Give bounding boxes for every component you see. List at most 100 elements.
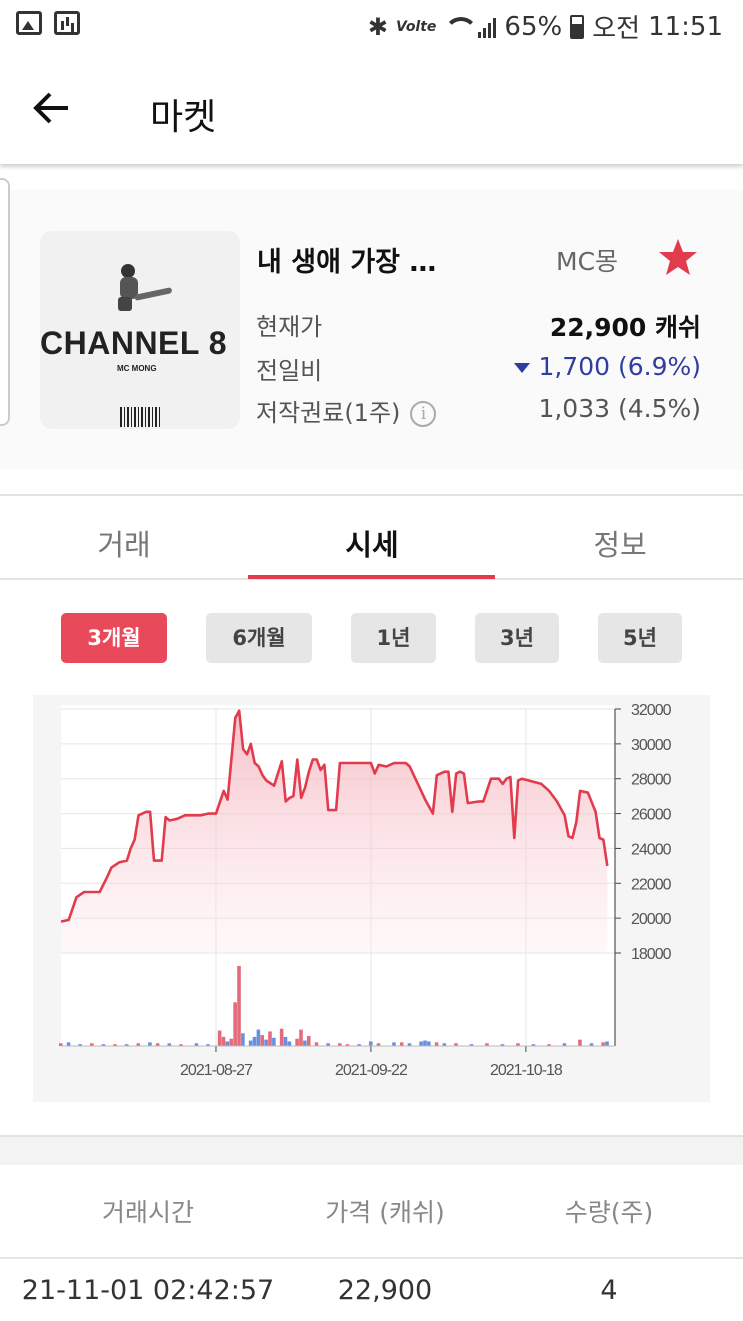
volume-bar bbox=[423, 1040, 427, 1046]
volume-bar bbox=[256, 1029, 261, 1046]
col-header-price: 가격 (캐쉬) bbox=[325, 1198, 445, 1227]
change-label: 전일비 bbox=[256, 357, 323, 385]
volume-bar bbox=[279, 1028, 284, 1046]
volume-bar bbox=[299, 1029, 303, 1046]
y-tick-label: 18000 bbox=[631, 946, 672, 963]
stats-icon bbox=[54, 11, 80, 35]
volume-bar bbox=[295, 1038, 299, 1046]
volume-bar bbox=[419, 1041, 423, 1046]
cell-price: 22,900 bbox=[337, 1275, 433, 1306]
price-chart[interactable]: 32000 30000 28000 26000 24000 22000 20000 18000… bbox=[33, 695, 710, 1102]
col-header-qty: 수량(주) bbox=[564, 1198, 654, 1227]
current-price-value: 22,900 캐쉬 bbox=[549, 313, 701, 342]
battery-icon bbox=[570, 14, 585, 39]
period-6m-button[interactable]: 6개월 bbox=[206, 613, 312, 663]
table-row: 21-11-01 02:42:57 22,900 4 bbox=[0, 1261, 743, 1321]
price-change: 1,700 (6.9%) bbox=[514, 352, 701, 381]
album-cover[interactable]: CHANNEL 8 MC MONG bbox=[40, 231, 240, 429]
volume-bar bbox=[314, 1042, 319, 1046]
favorite-star-icon[interactable] bbox=[658, 238, 698, 276]
volume-bar bbox=[148, 1042, 152, 1046]
volume-bar bbox=[248, 1040, 253, 1046]
volume-bar bbox=[221, 1036, 226, 1046]
volume-bar bbox=[368, 1041, 373, 1046]
down-triangle-icon bbox=[514, 363, 531, 373]
battery-percent: 65% bbox=[504, 11, 563, 42]
album-barcode bbox=[120, 407, 160, 427]
volume-bar bbox=[233, 1002, 237, 1046]
page-title: 마켓 bbox=[150, 97, 217, 138]
volume-bar bbox=[283, 1036, 288, 1046]
volume-bar bbox=[229, 1038, 234, 1046]
volume-bar bbox=[241, 1033, 245, 1046]
trade-table-header: 거래시간 가격 (캐쉬) 수량(주) bbox=[0, 1165, 743, 1259]
y-tick-label: 22000 bbox=[631, 876, 672, 893]
status-bar: ✱ Volte 65% 오전 11:51 bbox=[0, 0, 743, 52]
info-icon[interactable]: i bbox=[410, 401, 437, 427]
y-tick-label: 26000 bbox=[631, 807, 672, 824]
tab-price[interactable]: 시세 bbox=[248, 522, 496, 564]
volume-bar bbox=[225, 1041, 230, 1046]
x-tick-label: 2021-09-22 bbox=[335, 1062, 408, 1079]
album-cover-title: CHANNEL 8 bbox=[40, 325, 228, 361]
volume-bar bbox=[434, 1042, 439, 1046]
signal-icon bbox=[478, 16, 497, 38]
side-card-edge[interactable] bbox=[0, 178, 10, 426]
back-arrow-icon bbox=[33, 92, 68, 124]
volume-bar bbox=[237, 965, 241, 1046]
royalty-value: 1,033 (4.5%) bbox=[538, 394, 701, 423]
status-right: ✱ Volte 65% 오전 11:51 bbox=[368, 8, 723, 45]
x-tick-label: 2021-10-18 bbox=[490, 1062, 563, 1079]
clock-time: 11:51 bbox=[648, 11, 723, 42]
x-tick-label: 2021-08-27 bbox=[180, 1062, 253, 1079]
volume-bar bbox=[217, 1030, 222, 1046]
bluetooth-icon: ✱ bbox=[367, 12, 388, 41]
tab-info[interactable]: 정보 bbox=[496, 522, 743, 564]
period-1y-button[interactable]: 1년 bbox=[351, 613, 436, 663]
royalty-row-label: 저작권료(1주) i bbox=[256, 393, 437, 428]
price-chart-svg: 32000 30000 28000 26000 24000 22000 20000 18000… bbox=[59, 702, 673, 1079]
back-button[interactable] bbox=[30, 86, 74, 130]
image-icon bbox=[16, 11, 42, 35]
volume-bar bbox=[287, 1041, 292, 1046]
volume-bar bbox=[268, 1031, 272, 1046]
album-cover-person bbox=[118, 264, 172, 311]
volume-bar bbox=[272, 1037, 276, 1046]
y-tick-label: 32000 bbox=[631, 702, 672, 719]
song-title[interactable]: 내 생애 가장 … bbox=[257, 240, 436, 279]
y-tick-label: 28000 bbox=[631, 772, 672, 789]
period-3y-button[interactable]: 3년 bbox=[475, 613, 559, 663]
volume-bar bbox=[66, 1042, 71, 1046]
col-header-time: 거래시간 bbox=[101, 1198, 194, 1227]
app-bar: 마켓 bbox=[0, 52, 743, 164]
volume-bar bbox=[399, 1042, 404, 1046]
volume-bar bbox=[260, 1035, 265, 1046]
volume-bar bbox=[601, 1042, 605, 1046]
current-price-label: 현재가 bbox=[256, 313, 323, 341]
volume-bar bbox=[303, 1040, 307, 1046]
royalty-label: 저작권료(1주) bbox=[256, 399, 401, 427]
artist-name: MC몽 bbox=[556, 247, 619, 276]
period-3m-button[interactable]: 3개월 bbox=[61, 613, 167, 663]
volume-bar bbox=[306, 1035, 311, 1046]
volume-bar bbox=[252, 1036, 257, 1046]
album-cover-artist: MC MONG bbox=[117, 364, 157, 373]
cell-time: 21-11-01 02:42:57 bbox=[21, 1275, 275, 1306]
price-change-value: 1,700 (6.9%) bbox=[538, 352, 701, 381]
period-5y-button[interactable]: 5년 bbox=[598, 613, 682, 663]
tab-trade[interactable]: 거래 bbox=[0, 522, 248, 564]
volume-bar bbox=[605, 1041, 609, 1046]
cell-qty: 4 bbox=[600, 1275, 618, 1306]
wifi-icon bbox=[444, 16, 479, 37]
volume-bar bbox=[392, 1042, 396, 1046]
status-left-icons bbox=[16, 11, 80, 35]
y-tick-label: 30000 bbox=[631, 737, 672, 754]
volume-bar bbox=[264, 1039, 268, 1046]
section-divider bbox=[0, 1135, 743, 1165]
clock-ampm: 오전 bbox=[592, 14, 641, 44]
volume-bar bbox=[578, 1039, 582, 1046]
y-tick-label: 24000 bbox=[631, 841, 672, 858]
active-tab-indicator bbox=[248, 575, 495, 579]
y-tick-label: 20000 bbox=[631, 911, 672, 928]
tab-bar: 거래 시세 정보 bbox=[0, 494, 743, 580]
